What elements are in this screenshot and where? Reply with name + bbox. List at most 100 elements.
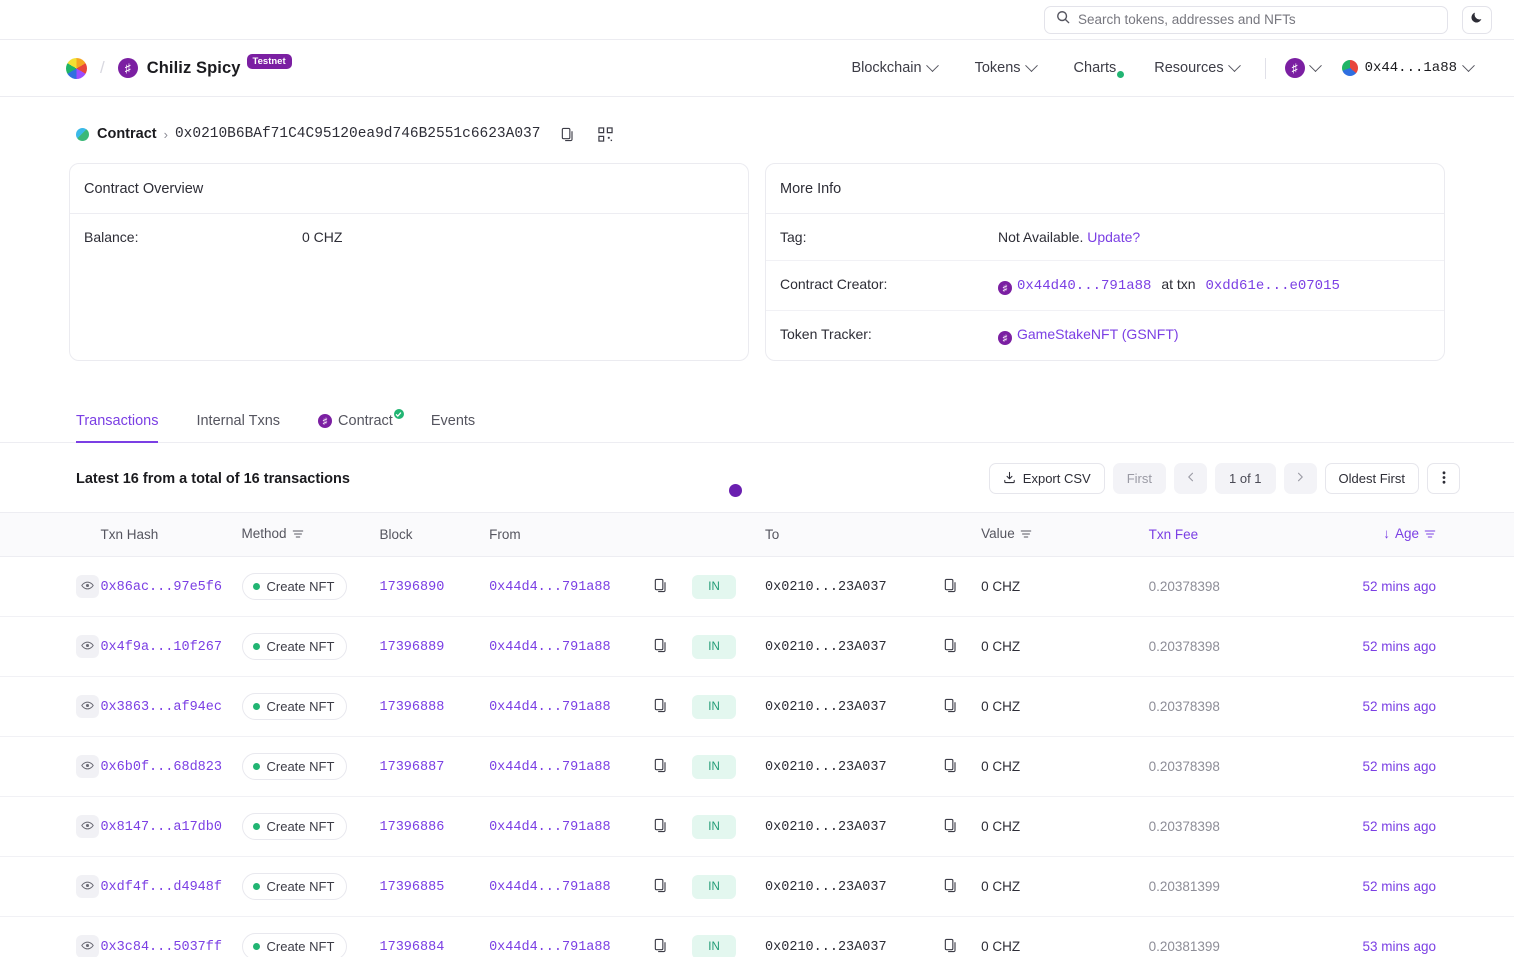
tab-events[interactable]: Events [431, 413, 475, 442]
copy-from-address-button[interactable] [653, 698, 668, 716]
view-details-button[interactable] [76, 575, 99, 598]
method-badge[interactable]: Create NFT [241, 933, 348, 957]
col-value[interactable]: Value [981, 512, 1149, 557]
txn-hash-link[interactable]: 0x6b0f...68d823 [100, 760, 222, 775]
copy-from-address-button[interactable] [653, 758, 668, 776]
tab-internal-txns[interactable]: Internal Txns [196, 413, 280, 442]
txn-hash-link[interactable]: 0x4f9a...10f267 [100, 640, 222, 655]
method-badge[interactable]: Create NFT [241, 813, 348, 840]
qr-code-button[interactable] [594, 123, 616, 145]
from-address-link[interactable]: 0x44d4...791a88 [489, 880, 611, 895]
age-text[interactable]: 52 mins ago [1362, 579, 1436, 594]
copy-from-address-button[interactable] [653, 818, 668, 836]
age-text[interactable]: 52 mins ago [1362, 879, 1436, 894]
age-text[interactable]: 52 mins ago [1362, 759, 1436, 774]
tag-update-link[interactable]: Update? [1087, 229, 1140, 245]
nav-item-charts[interactable]: Charts [1055, 60, 1136, 78]
from-address-link[interactable]: 0x44d4...791a88 [489, 820, 611, 835]
cell-value: 0 CHZ [981, 616, 1149, 677]
txn-hash-link[interactable]: 0x8147...a17db0 [100, 820, 222, 835]
copy-to-address-button[interactable] [943, 938, 958, 956]
creator-address-link[interactable]: 0x44d40...791a88 [1017, 278, 1151, 294]
tab-contract[interactable]: ♯ Contract [318, 409, 404, 442]
from-address-link[interactable]: 0x44d4...791a88 [489, 700, 611, 715]
age-text[interactable]: 52 mins ago [1362, 639, 1436, 654]
filter-icon[interactable] [1424, 528, 1436, 543]
view-details-button[interactable] [76, 755, 99, 778]
sort-order-button[interactable]: Oldest First [1324, 463, 1419, 494]
from-address-link[interactable]: 0x44d4...791a88 [489, 640, 611, 655]
col-txn-fee[interactable]: Txn Fee [1148, 512, 1332, 557]
view-details-button[interactable] [76, 875, 99, 898]
txn-hash-link[interactable]: 0x3863...af94ec [100, 700, 222, 715]
tab-transactions[interactable]: Transactions [76, 413, 159, 443]
block-number-link[interactable]: 17396888 [380, 700, 445, 715]
method-badge[interactable]: Create NFT [241, 873, 348, 900]
block-number-link[interactable]: 17396886 [380, 820, 445, 835]
block-number-link[interactable]: 17396885 [380, 880, 445, 895]
cell-age: 52 mins ago [1331, 736, 1514, 797]
export-csv-button[interactable]: Export CSV [988, 463, 1105, 494]
network-switcher[interactable]: ♯ [1273, 58, 1328, 78]
view-details-button[interactable] [76, 635, 99, 658]
copy-from-address-button[interactable] [653, 938, 668, 956]
method-badge[interactable]: Create NFT [241, 753, 348, 780]
nav-item-tokens[interactable]: Tokens [956, 58, 1055, 76]
status-dot-icon [252, 763, 260, 770]
nav-item-blockchain[interactable]: Blockchain [832, 58, 955, 76]
to-address: 0x0210...23A037 [765, 700, 887, 715]
age-text[interactable]: 52 mins ago [1362, 699, 1436, 714]
cell-from: 0x44d4...791a88 [489, 796, 654, 857]
method-badge[interactable]: Create NFT [241, 633, 348, 660]
previous-page-button[interactable] [1174, 463, 1207, 494]
copy-to-address-button[interactable] [943, 818, 958, 836]
theme-toggle-button[interactable] [1462, 5, 1492, 34]
copy-from-address-button[interactable] [653, 878, 668, 896]
breadcrumb-address: 0x0210B6BAf71C4C95120ea9d746B2551c6623A0… [174, 126, 541, 142]
copy-from-address-button[interactable] [653, 578, 668, 596]
age-text[interactable]: 53 mins ago [1362, 939, 1436, 954]
copy-address-button[interactable] [556, 123, 578, 145]
block-number-link[interactable]: 17396884 [380, 940, 445, 955]
col-age[interactable]: ↓ Age [1331, 512, 1514, 557]
age-text[interactable]: 52 mins ago [1362, 819, 1436, 834]
copy-to-address-button[interactable] [943, 878, 958, 896]
txn-hash-link[interactable]: 0xdf4f...d4948f [100, 880, 222, 895]
search-box[interactable] [1044, 5, 1448, 34]
col-method[interactable]: Method [241, 512, 380, 557]
method-badge[interactable]: Create NFT [241, 693, 348, 720]
token-tracker-link[interactable]: GameStakeNFT (GSNFT) [1017, 326, 1179, 342]
kebab-menu-icon [1442, 470, 1446, 488]
next-page-button[interactable] [1283, 463, 1317, 494]
filter-icon[interactable] [292, 528, 304, 543]
copy-from-address-button[interactable] [653, 638, 668, 656]
more-options-button[interactable] [1427, 463, 1460, 494]
search-input[interactable] [1078, 12, 1436, 27]
view-details-button[interactable] [76, 695, 99, 718]
cell-txn-fee: 0.20378398 [1148, 556, 1332, 617]
creation-txn-link[interactable]: 0xdd61e...e07015 [1205, 278, 1339, 294]
filter-icon[interactable] [1020, 528, 1032, 543]
wallet-address-button[interactable]: 0x44...1a88 [1328, 58, 1481, 76]
copy-to-address-button[interactable] [943, 578, 958, 596]
brand-area[interactable]: / ♯ Chiliz Spicy Testnet [66, 53, 292, 79]
tab-label: Contract [338, 413, 393, 429]
copy-to-address-button[interactable] [943, 758, 958, 776]
nav-item-resources[interactable]: Resources [1135, 58, 1257, 76]
from-address-link[interactable]: 0x44d4...791a88 [489, 760, 611, 775]
view-details-button[interactable] [76, 935, 99, 957]
method-label: Create NFT [266, 759, 335, 774]
from-address-link[interactable]: 0x44d4...791a88 [489, 580, 611, 595]
view-details-button[interactable] [76, 815, 99, 838]
block-number-link[interactable]: 17396889 [380, 640, 445, 655]
cell-age: 52 mins ago [1331, 856, 1514, 917]
from-address-link[interactable]: 0x44d4...791a88 [489, 940, 611, 955]
block-number-link[interactable]: 17396890 [380, 580, 445, 595]
txn-hash-link[interactable]: 0x86ac...97e5f6 [100, 580, 222, 595]
method-badge[interactable]: Create NFT [241, 573, 348, 600]
copy-to-address-button[interactable] [943, 698, 958, 716]
first-page-button[interactable]: First [1112, 463, 1166, 494]
txn-hash-link[interactable]: 0x3c84...5037ff [100, 940, 222, 955]
block-number-link[interactable]: 17396887 [380, 760, 445, 775]
copy-to-address-button[interactable] [943, 638, 958, 656]
